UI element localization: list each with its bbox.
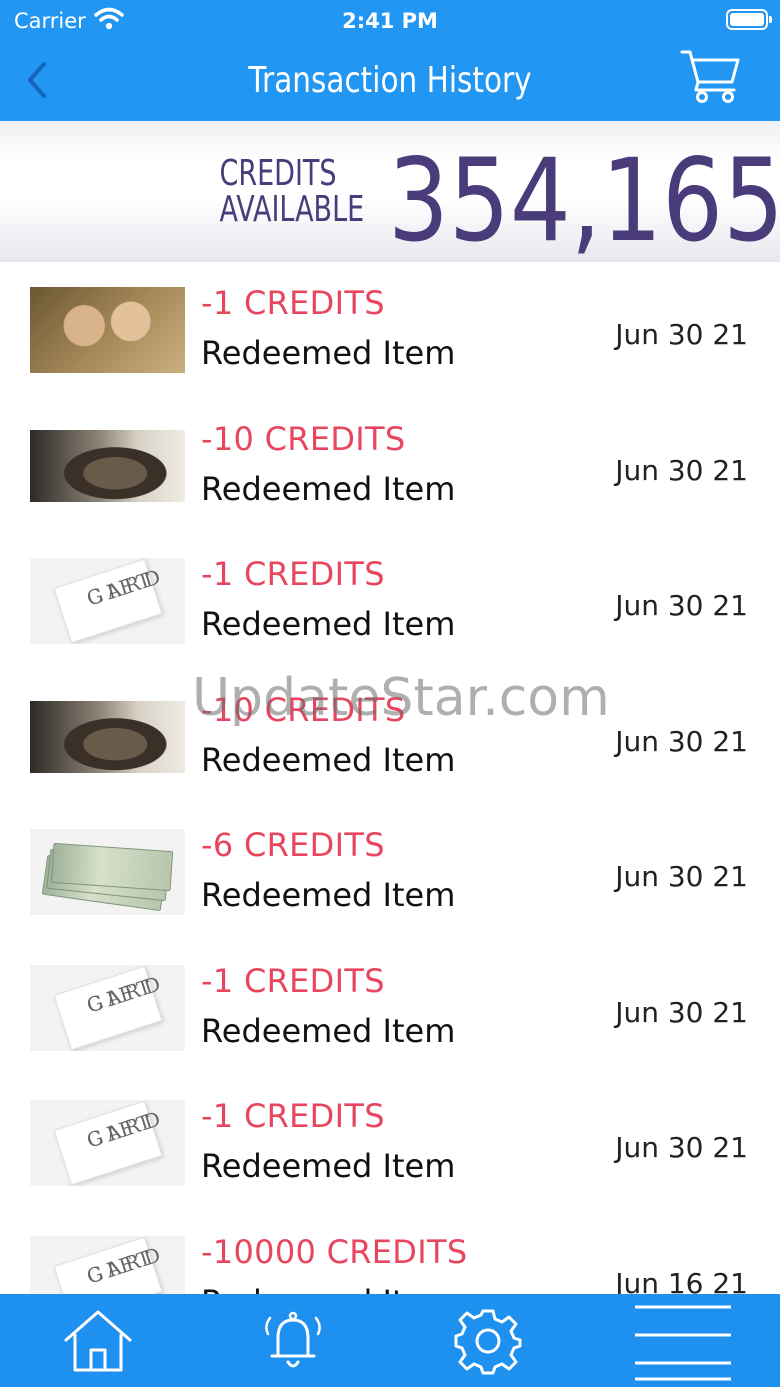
gift-card-image: GIFT CARD <box>53 965 168 1050</box>
chevron-left-icon <box>28 62 46 98</box>
back-button[interactable] <box>22 60 52 100</box>
transaction-amount: -1 CREDITS <box>201 1097 385 1135</box>
bell-icon <box>264 1311 321 1367</box>
transaction-amount: -10 CREDITS <box>201 419 406 458</box>
watermark: UpdateStar.com <box>192 668 610 728</box>
item-thumbnail: GIFT CARD <box>30 1235 185 1294</box>
credits-label-line2: AVAILABLE <box>219 189 365 230</box>
credits-label: CREDITS AVAILABLE <box>219 153 365 230</box>
transaction-amount: -10000 CREDITS <box>201 1232 468 1271</box>
list-item[interactable]: GIFTCARD -10000 CREDITS Redeemed Item Ju… <box>0 1211 780 1295</box>
menu-icon <box>634 1305 731 1380</box>
credits-label-line1: CREDITS <box>219 153 337 194</box>
transaction-description: Redeemed Item <box>201 740 456 779</box>
transaction-description: Redeemed Item <box>201 334 456 372</box>
transaction-list[interactable]: -1 CREDITS Redeemed Item Jun 30 21 -10 C… <box>0 262 780 1294</box>
battery-icon <box>726 9 772 30</box>
transaction-description: Redeemed Item <box>201 469 456 508</box>
item-thumbnail: GIFT CARD <box>30 964 185 1051</box>
transaction-date: Jun 30 21 <box>615 995 748 1029</box>
item-thumbnail <box>30 429 185 502</box>
transaction-date: Jun 30 21 <box>615 589 748 622</box>
item-thumbnail <box>30 829 185 915</box>
tab-menu[interactable] <box>585 1294 780 1387</box>
item-thumbnail <box>30 287 185 373</box>
home-icon <box>64 1310 131 1371</box>
transaction-amount: -1 CREDITS <box>201 961 385 1000</box>
transaction-date: Jun 30 21 <box>615 1131 748 1164</box>
transaction-date: Jun 30 21 <box>615 318 748 351</box>
cart-icon <box>680 50 740 103</box>
item-thumbnail: GIFT CARD <box>30 558 185 644</box>
transaction-date: Jun 30 21 <box>615 453 748 487</box>
credits-value: 354,165 <box>388 134 780 267</box>
transaction-date: Jun 30 21 <box>615 860 748 893</box>
gift-card-image: GIFT CARD <box>53 1100 168 1186</box>
transaction-description: Redeemed Item <box>201 1011 456 1050</box>
list-item[interactable]: -6 CREDITS Redeemed Item Jun 30 21 <box>0 804 780 940</box>
tab-bar <box>0 1294 780 1387</box>
list-item[interactable]: -10 CREDITS Redeemed Item Jun 30 21 <box>0 398 780 534</box>
item-thumbnail: GIFT CARD <box>30 1100 185 1186</box>
gear-icon <box>454 1309 521 1374</box>
cart-button[interactable] <box>680 48 742 104</box>
transaction-description: Redeemed Item <box>201 605 456 643</box>
tab-home[interactable] <box>0 1294 195 1387</box>
list-item[interactable]: GIFT CARD -1 CREDITS Redeemed Item Jun 30… <box>0 533 780 669</box>
list-item[interactable]: -1 CREDITS Redeemed Item Jun 30 21 <box>0 262 780 398</box>
tab-settings[interactable] <box>390 1294 585 1387</box>
transaction-amount: -6 CREDITS <box>201 826 385 864</box>
transaction-date: Jun 16 21 <box>615 1266 748 1295</box>
status-time: 2:41 PM <box>342 9 438 33</box>
transaction-date: Jun 30 21 <box>615 724 748 758</box>
transaction-amount: -1 CREDITS <box>201 284 385 322</box>
transaction-description: Redeemed Item <box>201 1283 455 1295</box>
status-bar: Carrier 2:41 PM <box>0 0 780 40</box>
transaction-description: Redeemed Item <box>201 876 456 914</box>
item-thumbnail <box>30 700 185 773</box>
list-item[interactable]: GIFT CARD -1 CREDITS Redeemed Item Jun 30… <box>0 1075 780 1211</box>
top-bar: Carrier 2:41 PM Transaction History <box>0 0 780 121</box>
gift-card-image: GIFT CARD <box>53 1236 168 1294</box>
page-title: Transaction History <box>248 60 532 101</box>
credits-summary: CREDITS AVAILABLE 354,165 <box>0 121 780 267</box>
tab-notifications[interactable] <box>195 1294 390 1387</box>
list-item[interactable]: GIFT CARD -1 CREDITS Redeemed Item Jun 30… <box>0 940 780 1076</box>
transaction-description: Redeemed Item <box>201 1147 456 1185</box>
transaction-amount: -1 CREDITS <box>201 555 385 593</box>
gift-card-image: GIFT CARD <box>53 558 168 644</box>
